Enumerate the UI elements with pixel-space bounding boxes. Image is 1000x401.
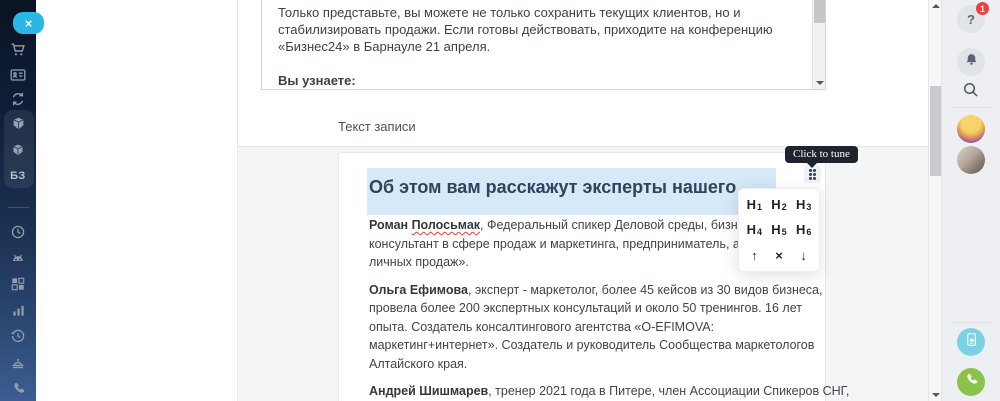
history-clock-icon: [10, 328, 26, 344]
mobile-app-button[interactable]: [957, 328, 985, 356]
box-icon: [11, 116, 26, 131]
sidebar-item-knowledge-base[interactable]: БЗ: [0, 165, 36, 187]
speaker-name: Ольга Ефимова: [369, 282, 468, 297]
phone-handset-icon: [964, 372, 979, 392]
tooltip-arrow: [807, 163, 817, 168]
notifications-button[interactable]: [957, 48, 985, 76]
box-icon: [11, 143, 25, 157]
paragraph-line: Андрей Шишмарев, тренер 2021 года в Пите…: [369, 384, 849, 398]
sidebar-item-contacts[interactable]: [0, 64, 36, 86]
bell-icon: [964, 52, 979, 72]
scroll-down-button[interactable]: [813, 77, 825, 89]
heading-4-button[interactable]: H4: [742, 217, 767, 242]
sidebar-item-analytics[interactable]: [0, 299, 36, 321]
delete-block-button[interactable]: ×: [767, 243, 792, 268]
paragraph-line: опыта. Создатель консалтингового агентст…: [369, 319, 715, 334]
search-button[interactable]: [957, 78, 985, 106]
move-block-up-button[interactable]: ↑: [742, 243, 767, 268]
contact-card-icon: [10, 67, 26, 83]
paragraph-text: , Федеральный спикер Деловой среды, бизн…: [480, 218, 781, 232]
sidebar-item-storage-1[interactable]: [0, 112, 36, 134]
sidebar-item-sync[interactable]: [0, 88, 36, 110]
phone-icon: [11, 381, 26, 396]
block-settings-menu: H1 H2 H3 H4 H5 H6 ↑ × ↓: [738, 188, 820, 272]
sidebar-item-telephony[interactable]: [0, 377, 36, 399]
sidebar-item-bots[interactable]: [0, 247, 36, 269]
clock-icon: [10, 224, 26, 240]
textarea-line: [278, 55, 795, 72]
notification-badge: 1: [976, 2, 989, 15]
sidebar-item-dashboard[interactable]: [0, 273, 36, 295]
search-icon: [962, 81, 980, 104]
textarea-scroll-thumb[interactable]: [814, 0, 825, 23]
mobile-phone-cloud-icon: [964, 332, 979, 352]
sidebar-item-cart[interactable]: [0, 39, 36, 61]
textarea-line: «Бизнес24» в Барнауле 21 апреля.: [278, 39, 491, 54]
paragraph-line: провела более 200 экспертных консультаци…: [369, 301, 802, 315]
textarea-line: стабилизировать продажи. Если готовы дей…: [278, 22, 773, 37]
sidebar-item-clock[interactable]: [0, 221, 36, 243]
knowledge-base-label: БЗ: [10, 170, 26, 182]
grid-icon: [11, 277, 25, 291]
heading-2-button[interactable]: H2: [767, 192, 792, 217]
call-button[interactable]: [957, 368, 985, 396]
collapse-panel-button[interactable]: ×: [13, 12, 44, 34]
textarea-line: Вы узнаете:: [278, 73, 356, 88]
left-nav-sidebar: БЗ: [0, 0, 36, 401]
sidebar-item-storage-2[interactable]: [0, 139, 36, 161]
speaker-name: Роман: [369, 218, 412, 232]
post-heading[interactable]: Об этом вам расскажут эксперты нашего го…: [369, 177, 737, 198]
paragraph-line: Роман Полосьмак, Федеральный спикер Дело…: [369, 218, 780, 232]
sync-arrows-icon: [10, 91, 26, 107]
click-to-tune-tooltip: Click to tune: [785, 146, 858, 163]
bar-chart-icon: [11, 303, 26, 318]
textarea-line: Только представьте, вы можете не только …: [278, 5, 741, 20]
sidebar-item-service-desk[interactable]: [0, 351, 36, 373]
paragraph-text: , эксперт - маркетолог, более 45 кейсов …: [467, 282, 823, 297]
user-avatar[interactable]: [957, 115, 985, 143]
field-label: Текст записи: [338, 119, 416, 134]
desk-bell-icon: [10, 354, 26, 370]
paragraph-line: личных продаж».: [369, 255, 469, 269]
sidebar-divider: [951, 322, 991, 323]
page-scroll-thumb[interactable]: [930, 86, 941, 176]
post-body[interactable]: Роман Полосьмак, Федеральный спикер Дело…: [369, 216, 849, 401]
misspelled-word: Полосьмак: [411, 218, 481, 232]
page-scrollbar[interactable]: [928, 0, 941, 401]
user-avatar[interactable]: [957, 146, 985, 174]
cart-icon: [10, 42, 26, 58]
paragraph-line: консультант в сфере продаж и маркетинга,…: [369, 236, 775, 251]
heading-1-button[interactable]: H1: [742, 192, 767, 217]
close-icon: ×: [24, 15, 33, 31]
paragraph-line: Ольга Ефимова, эксперт - маркетолог, бол…: [369, 283, 823, 297]
question-icon: ?: [967, 11, 975, 27]
announce-text: изменений. Только представьте, вы можете…: [278, 0, 795, 89]
heading-5-button[interactable]: H5: [767, 217, 792, 242]
heading-3-button[interactable]: H3: [791, 192, 816, 217]
sidebar-divider: [8, 207, 29, 208]
speaker-name: Андрей Шишмарев: [369, 384, 489, 398]
paragraph-speaker-1: Роман Полосьмак, Федеральный спикер Дело…: [369, 216, 799, 272]
heading-6-button[interactable]: H6: [791, 217, 816, 242]
paragraph-speaker-3: Андрей Шишмарев, тренер 2021 года в Пите…: [369, 382, 849, 401]
move-block-down-button[interactable]: ↓: [791, 243, 816, 268]
announce-textarea[interactable]: изменений. Только представьте, вы можете…: [261, 0, 826, 90]
right-utility-sidebar: ? 1: [941, 0, 1000, 401]
sidebar-divider: [951, 107, 991, 108]
app-window: БЗ × изменений. Только предста: [0, 0, 1000, 401]
help-button[interactable]: ? 1: [957, 2, 989, 33]
block-settings-handle[interactable]: [804, 166, 821, 183]
robot-icon: [10, 250, 26, 266]
paragraph-speaker-2: Ольга Ефимова, эксперт - маркетолог, бол…: [369, 281, 823, 374]
paragraph-line: Алтайского края.: [369, 356, 468, 371]
paragraph-text: , тренер 2021 года в Питере, член Ассоци…: [488, 384, 850, 398]
textarea-scrollbar[interactable]: [812, 0, 825, 89]
paragraph-line: маркетинг+интернет». Создатель и руковод…: [369, 338, 815, 352]
sidebar-item-history[interactable]: [0, 325, 36, 347]
